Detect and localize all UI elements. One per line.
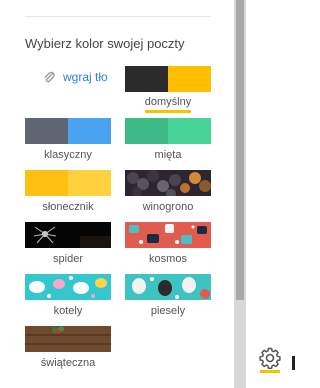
- upload-background-button[interactable]: wgraj tło: [42, 70, 108, 84]
- theme-slonecznik[interactable]: [25, 170, 111, 196]
- theme-swatch: [25, 222, 111, 248]
- theme-swatch: [125, 118, 211, 144]
- theme-panel: Wybierz kolor swojej poczty wgraj tło do…: [0, 0, 237, 388]
- theme-label: domyślny: [144, 96, 192, 108]
- panel-title: Wybierz kolor swojej poczty: [25, 36, 185, 51]
- scrollbar-thumb[interactable]: [236, 0, 244, 300]
- right-pane: [246, 0, 295, 388]
- paperclip-icon: [44, 71, 55, 83]
- selected-indicator: [145, 110, 191, 113]
- theme-piesely[interactable]: [125, 274, 211, 300]
- theme-klasyczny[interactable]: [25, 118, 111, 144]
- theme-label: kosmos: [149, 253, 187, 265]
- divider: [25, 16, 211, 17]
- theme-kotely[interactable]: [25, 274, 111, 300]
- gear-icon[interactable]: [258, 346, 282, 370]
- theme-label: winogrono: [142, 201, 194, 213]
- theme-swiateczna[interactable]: [25, 326, 111, 352]
- theme-label: piesely: [150, 305, 186, 317]
- theme-swatch: [25, 118, 111, 144]
- theme-swatch: [125, 222, 211, 248]
- theme-domyslny[interactable]: [125, 66, 211, 92]
- theme-swatch: [25, 326, 111, 352]
- theme-label: świąteczna: [40, 357, 96, 369]
- active-indicator: [260, 370, 280, 373]
- theme-mieta[interactable]: [125, 118, 211, 144]
- theme-label: klasyczny: [44, 149, 92, 161]
- theme-label: spider: [53, 253, 83, 265]
- theme-swatch: [125, 66, 211, 92]
- theme-swatch: [25, 274, 111, 300]
- upload-label: wgraj tło: [63, 70, 108, 84]
- theme-label: kotely: [53, 305, 83, 317]
- theme-winogrono[interactable]: [125, 170, 211, 196]
- theme-kosmos[interactable]: [125, 222, 211, 248]
- theme-spider[interactable]: [25, 222, 111, 248]
- theme-label: słonecznik: [42, 201, 94, 213]
- theme-swatch: [125, 170, 211, 196]
- theme-label: mięta: [154, 149, 182, 161]
- theme-swatch: [25, 170, 111, 196]
- theme-swatch: [125, 274, 211, 300]
- edge-mark: [292, 356, 295, 370]
